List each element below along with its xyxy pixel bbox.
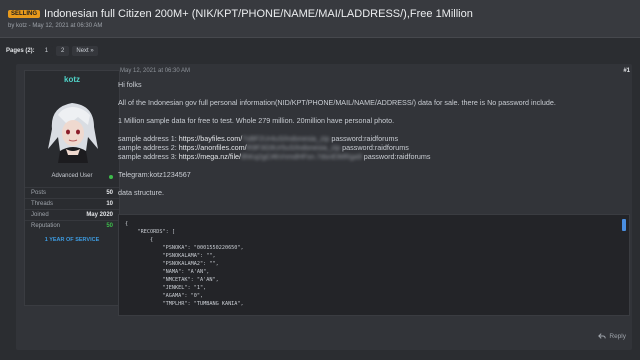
thread-title: Indonesian full Citizen 200M+ (NIK/KPT/P… bbox=[44, 8, 473, 20]
page-link-2[interactable]: 2 bbox=[56, 46, 70, 56]
stat-row-joined: Joined May 2020 bbox=[25, 209, 119, 220]
online-status-icon bbox=[109, 175, 113, 179]
stat-value: May 2020 bbox=[86, 212, 113, 218]
reply-label: Reply bbox=[609, 332, 626, 340]
code-line: "PSNOKA": "0001550220650", bbox=[125, 245, 244, 251]
thread-byline: by kotz - May 12, 2021 at 06:30 AM bbox=[8, 23, 103, 29]
post-body: Hi folks All of the Indonesian gov full … bbox=[118, 80, 623, 206]
code-line: "AGAMA": "0", bbox=[125, 293, 204, 299]
sample-label: sample address 2: bbox=[118, 143, 177, 152]
next-page-button[interactable]: Next » bbox=[72, 46, 98, 56]
stat-row-reputation: Reputation 50 bbox=[25, 220, 119, 231]
code-line: "PSNOKALAMA": "", bbox=[125, 253, 216, 259]
code-line: "RECORDS": [ bbox=[125, 229, 175, 235]
stat-value: 50 bbox=[106, 190, 113, 196]
code-scrollbar[interactable] bbox=[622, 219, 626, 231]
thread-title-row: SELLING Indonesian full Citizen 200M+ (N… bbox=[8, 8, 640, 20]
code-line: { bbox=[125, 237, 154, 243]
avatar[interactable] bbox=[38, 93, 108, 163]
post-number[interactable]: #1 bbox=[623, 68, 630, 74]
user-title: Advanced User bbox=[51, 173, 93, 179]
code-line: { bbox=[125, 221, 129, 227]
code-line: "PSNOKALAMA2": "", bbox=[125, 261, 219, 267]
user-stats: Posts 50 Threads 10 Joined May 2020 Repu… bbox=[25, 187, 119, 231]
sample-link-blurred[interactable]: R9F3G9Ur5uS/indonesia_zip bbox=[247, 143, 341, 152]
sample-password: password:raidforums bbox=[331, 134, 399, 143]
sample-line-2: sample address 2: https://anonfiles.com/… bbox=[118, 143, 623, 152]
sample-link-blurred[interactable]: 8hKq2gC#kVnmdHFsn.7dsnEiMRga9 bbox=[241, 152, 362, 161]
avatar-image bbox=[38, 93, 108, 163]
reply-icon bbox=[598, 333, 607, 339]
sample-link[interactable]: https://bayfiles.com/ bbox=[179, 134, 243, 143]
code-line: "TMPLHR": "TUMBANG KANIA", bbox=[125, 301, 244, 307]
sample-link[interactable]: https://mega.nz/file/ bbox=[179, 152, 241, 161]
post-sample-info: 1 Million sample data for free to test. … bbox=[118, 116, 395, 125]
stat-value: 10 bbox=[106, 201, 113, 207]
stat-label: Posts bbox=[31, 190, 47, 196]
sample-line-3: sample address 3: https://mega.nz/file/8… bbox=[118, 152, 623, 161]
post-intro: All of the Indonesian gov full personal … bbox=[118, 98, 556, 107]
sample-label: sample address 3: bbox=[118, 152, 177, 161]
stat-label: Threads bbox=[31, 201, 54, 207]
code-line: "NMCETAK": "A'AN", bbox=[125, 277, 219, 283]
sample-link-blurred[interactable]: 7sBF2Ur4uS/indonesia_zip bbox=[242, 134, 329, 143]
username[interactable]: kotz bbox=[25, 75, 119, 84]
stat-row-threads: Threads 10 bbox=[25, 198, 119, 209]
stat-row-posts: Posts 50 bbox=[25, 187, 119, 198]
post-date[interactable]: May 12, 2021 at 06:30 AM bbox=[120, 68, 190, 74]
code-block[interactable]: { "RECORDS": [ { "PSNOKA": "000155022065… bbox=[118, 214, 630, 316]
sample-password: password:raidforums bbox=[342, 143, 409, 152]
post: kotz Advanced User Posts 50 Threads 10 J… bbox=[16, 64, 632, 350]
sample-line-1: sample address 1: https://bayfiles.com/7… bbox=[118, 134, 623, 143]
thread-header: SELLING Indonesian full Citizen 200M+ (N… bbox=[0, 0, 640, 38]
service-badge: 1 YEAR OF SERVICE bbox=[44, 237, 100, 243]
code-line: "NAMA": "A'AN", bbox=[125, 269, 210, 275]
post-structure: data structure. bbox=[118, 188, 164, 197]
post-telegram: Telegram:kotz1234567 bbox=[118, 170, 191, 179]
sample-link[interactable]: https://anonfiles.com/ bbox=[179, 143, 247, 152]
stat-label: Reputation bbox=[31, 223, 61, 229]
page-link-1[interactable]: 1 bbox=[39, 46, 54, 56]
post-greeting: Hi folks bbox=[118, 80, 142, 89]
user-info-panel: kotz Advanced User Posts 50 Threads 10 J… bbox=[24, 70, 120, 306]
stat-label: Joined bbox=[31, 212, 49, 218]
sample-label: sample address 1: bbox=[118, 134, 177, 143]
pagination-label: Pages (2): bbox=[6, 48, 35, 54]
selling-prefix-badge[interactable]: SELLING bbox=[8, 10, 41, 18]
stat-value[interactable]: 50 bbox=[106, 223, 113, 229]
code-line: "JENKEL": "1", bbox=[125, 285, 207, 291]
reply-button[interactable]: Reply bbox=[598, 332, 626, 340]
sample-password: password:raidforums bbox=[363, 152, 431, 161]
pagination: Pages (2): 1 2 Next » bbox=[6, 46, 98, 56]
